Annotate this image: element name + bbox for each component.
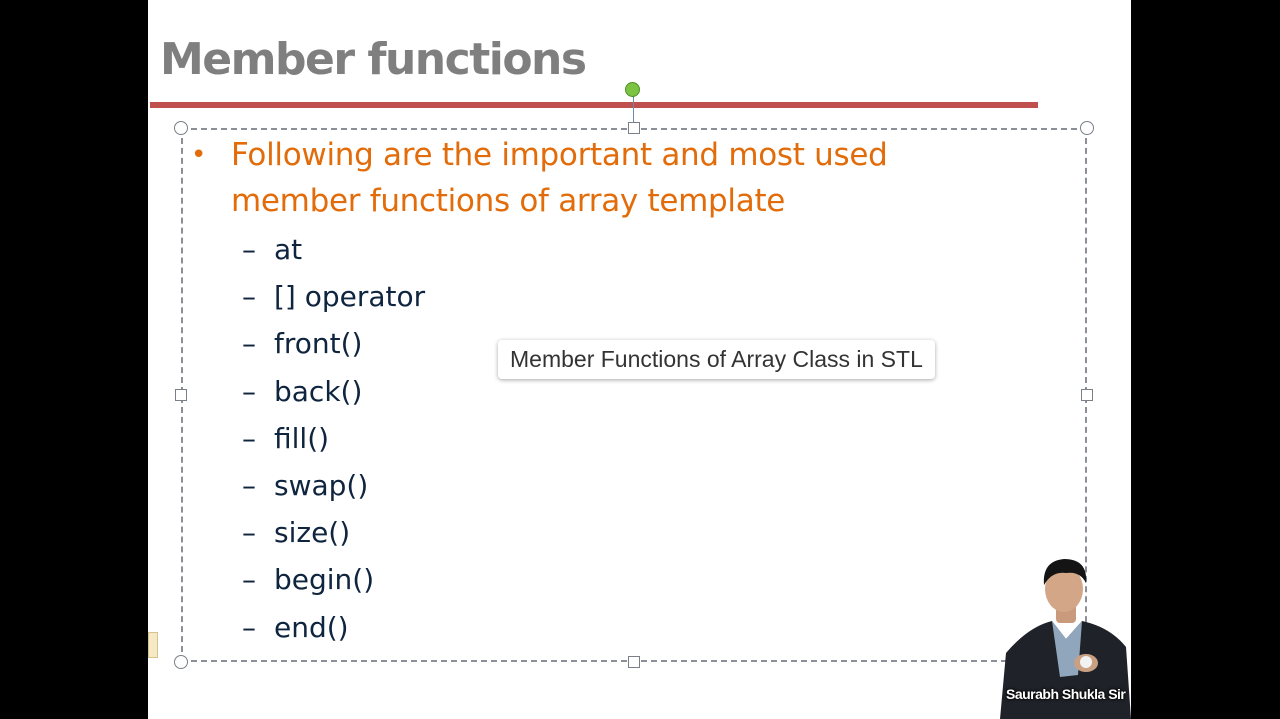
list-dash: – [242,374,256,408]
title-underline [150,102,1038,108]
presenter-mic-shape [1080,656,1092,668]
left-letterbox [0,0,148,719]
list-item: – swap() [242,462,425,509]
resize-handle-bottom-left[interactable] [174,655,188,669]
list-item-label: at [274,233,303,266]
list-dash: – [242,421,256,455]
list-item: –[] operator [242,273,425,320]
list-item: – at [242,226,425,273]
resize-handle-top-left[interactable] [174,121,188,135]
bullet-dot-icon: • [191,140,207,170]
slide-title: Member functions [160,34,587,85]
video-caption: Member Functions of Array Class in STL [498,340,935,379]
resize-handle-top-right[interactable] [1080,121,1094,135]
resize-handle-middle-right[interactable] [1081,389,1093,401]
main-bullet-text: Following are the important and most use… [231,137,888,219]
list-item-label: size() [274,516,351,550]
list-item-label: fill() [274,421,330,455]
list-item-label: [] operator [274,280,426,314]
slide-edge-tab [148,632,158,658]
main-bullet: • Following are the important and most u… [191,132,1011,224]
rotate-handle[interactable] [625,82,640,97]
list-item: – fill() [242,415,425,462]
list-item: – front() [242,320,425,367]
slide: Member functions • Following are the imp… [148,0,1131,719]
list-dash: – [242,280,256,314]
list-item: – end() [242,604,425,651]
right-letterbox [1131,0,1280,719]
rotation-connector [633,96,634,122]
list-dash: – [242,469,256,503]
list-item-label: swap() [274,469,369,503]
list-item: – begin() [242,556,425,603]
presenter-name: Saurabh Shukla Sir [1006,686,1126,702]
list-dash: – [242,516,256,550]
list-item-label: end() [274,610,349,644]
list-item-label: begin() [274,563,375,597]
member-function-list: – at –[] operator – front() – back() – fill(… [242,226,425,651]
list-dash: – [242,610,256,644]
list-item: – size() [242,509,425,556]
list-dash: – [242,327,256,361]
resize-handle-bottom-center[interactable] [628,656,640,668]
list-dash: – [242,563,256,597]
list-dash: – [242,233,256,266]
resize-handle-middle-left[interactable] [175,389,187,401]
list-item-label: front() [274,327,363,361]
list-item-label: back() [274,374,363,408]
list-item: – back() [242,368,425,415]
